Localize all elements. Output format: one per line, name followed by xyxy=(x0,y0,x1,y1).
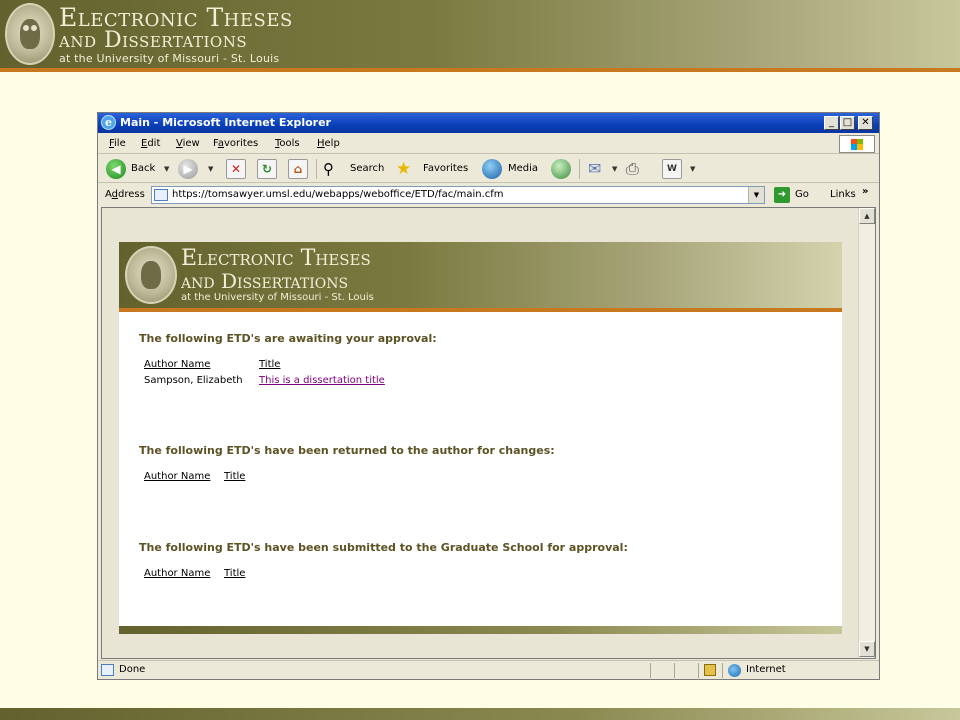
status-divider xyxy=(698,663,699,678)
menu-view[interactable]: View xyxy=(176,138,200,149)
status-divider xyxy=(650,663,651,678)
page-banner-underline xyxy=(119,308,842,312)
stop-button[interactable]: ✕ xyxy=(226,159,246,179)
edit-word-icon[interactable]: W xyxy=(662,159,682,179)
media-globe-icon[interactable] xyxy=(482,159,502,179)
go-arrow-icon[interactable]: ➜ xyxy=(774,187,790,203)
status-bar: Done Internet xyxy=(98,660,879,679)
page-banner-title: Electronic Theses xyxy=(181,246,371,271)
media-button[interactable]: Media xyxy=(508,159,538,179)
search-icon[interactable]: ⚲ xyxy=(323,159,334,179)
go-button[interactable]: Go xyxy=(795,189,809,200)
toolbar-separator xyxy=(316,159,317,179)
owl-icon xyxy=(20,19,40,49)
window-title: Main - Microsoft Internet Explorer xyxy=(120,116,331,129)
title-column-header[interactable]: Title xyxy=(259,359,280,370)
minimize-button[interactable]: _ xyxy=(824,116,839,130)
scroll-down-icon[interactable]: ▼ xyxy=(859,641,875,657)
internet-explorer-icon: e xyxy=(101,115,116,130)
browser-window: e Main - Microsoft Internet Explorer _ □… xyxy=(97,112,880,680)
favorites-button[interactable]: Favorites xyxy=(423,159,468,179)
address-bar: Address https://tomsawyer.umsl.edu/webap… xyxy=(98,184,879,206)
title-column-header[interactable]: Title xyxy=(224,568,245,579)
slide-footer-bar xyxy=(0,708,960,720)
address-url: https://tomsawyer.umsl.edu/webapps/webof… xyxy=(172,189,504,200)
university-seal-icon xyxy=(5,3,55,65)
maximize-button[interactable]: □ xyxy=(840,116,855,130)
address-dropdown-icon[interactable]: ▼ xyxy=(748,187,764,203)
search-button[interactable]: Search xyxy=(350,159,384,179)
slide-banner-underline xyxy=(0,68,960,72)
page-done-icon xyxy=(101,664,114,676)
author-name-column-header[interactable]: Author Name xyxy=(144,568,210,579)
slide-banner-tagline: at the University of Missouri - St. Loui… xyxy=(59,52,280,65)
table-row-author: Sampson, Elizabeth xyxy=(144,375,243,386)
back-dropdown-icon[interactable]: ▼ xyxy=(164,159,169,179)
edit-dropdown-icon[interactable]: ▼ xyxy=(690,159,695,179)
submitted-to-graduate-school-heading: The following ETD's have been submitted … xyxy=(139,541,628,554)
author-name-column-header[interactable]: Author Name xyxy=(144,471,210,482)
address-label: Address xyxy=(105,189,145,200)
toolbar-separator xyxy=(579,159,580,179)
back-button[interactable]: Back xyxy=(131,159,155,179)
print-icon[interactable]: ⎙ xyxy=(626,159,639,179)
awaiting-approval-heading: The following ETD's are awaiting your ap… xyxy=(139,332,437,345)
owl-icon xyxy=(141,261,161,289)
back-arrow-icon[interactable]: ◀ xyxy=(106,159,126,179)
menu-favorites[interactable]: Favorites xyxy=(213,138,258,149)
status-divider xyxy=(674,663,675,678)
etd-page: Electronic Theses and Dissertations at t… xyxy=(119,242,842,634)
vertical-scrollbar[interactable]: ▲ ▼ xyxy=(858,208,875,658)
scroll-up-icon[interactable]: ▲ xyxy=(859,208,875,224)
standard-toolbar: ◀ Back ▼ ▶ ▼ ✕ ↻ ⌂ ⚲ Search ★ Favorites … xyxy=(98,155,879,183)
window-titlebar[interactable]: e Main - Microsoft Internet Explorer _ □… xyxy=(98,113,879,133)
menu-tools[interactable]: Tools xyxy=(275,138,300,149)
page-footer-bar xyxy=(119,626,842,634)
address-input[interactable]: https://tomsawyer.umsl.edu/webapps/webof… xyxy=(151,186,765,204)
university-seal-icon xyxy=(125,246,177,304)
windows-logo-icon xyxy=(839,135,875,153)
internet-zone-icon xyxy=(728,664,741,677)
mail-icon[interactable]: ✉ xyxy=(588,159,601,179)
page-banner: Electronic Theses and Dissertations at t… xyxy=(119,242,842,308)
status-divider xyxy=(722,663,723,678)
security-zone-label: Internet xyxy=(746,664,786,675)
slide-banner-subtitle: and Dissertations xyxy=(59,28,248,53)
author-name-column-header[interactable]: Author Name xyxy=(144,359,210,370)
lock-icon xyxy=(704,664,716,676)
menu-file[interactable]: File xyxy=(109,138,126,149)
forward-dropdown-icon[interactable]: ▼ xyxy=(208,159,213,179)
page-banner-tagline: at the University of Missouri - St. Loui… xyxy=(181,292,374,303)
close-button[interactable]: ✕ xyxy=(858,116,873,130)
page-viewport: Electronic Theses and Dissertations at t… xyxy=(101,207,876,659)
page-icon xyxy=(154,189,168,201)
mail-dropdown-icon[interactable]: ▼ xyxy=(612,159,617,179)
refresh-button[interactable]: ↻ xyxy=(257,159,277,179)
menu-help[interactable]: Help xyxy=(317,138,340,149)
forward-button[interactable]: ▶ xyxy=(178,159,198,179)
title-column-header[interactable]: Title xyxy=(224,471,245,482)
dissertation-title-link[interactable]: This is a dissertation title xyxy=(259,375,385,386)
menu-bar: File Edit View Favorites Tools Help xyxy=(98,134,879,154)
slide-banner: Electronic Theses and Dissertations at t… xyxy=(0,0,960,68)
menu-edit[interactable]: Edit xyxy=(141,138,160,149)
favorites-star-icon[interactable]: ★ xyxy=(396,159,411,179)
status-text: Done xyxy=(119,664,146,675)
page-banner-subtitle: and Dissertations xyxy=(181,269,349,293)
links-button[interactable]: Links xyxy=(830,189,856,200)
history-icon[interactable] xyxy=(551,159,571,179)
home-button[interactable]: ⌂ xyxy=(288,159,308,179)
returned-for-changes-heading: The following ETD's have been returned t… xyxy=(139,444,555,457)
links-chevron-icon[interactable]: » xyxy=(862,186,868,197)
